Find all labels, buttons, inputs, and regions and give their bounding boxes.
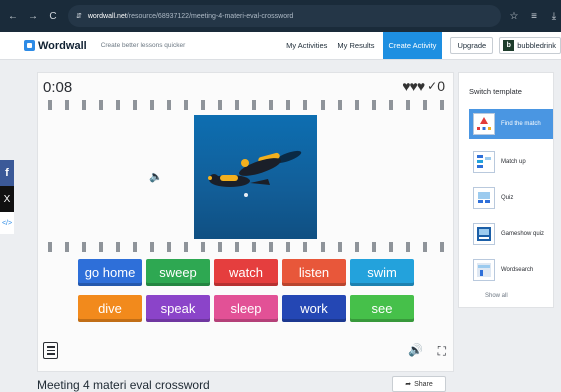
url-path: /resource/68937122/meeting-4-materi-eval…	[126, 12, 294, 20]
share-label: Share	[414, 380, 433, 388]
wordwall-logo-icon[interactable]	[24, 40, 35, 51]
username: bubbledrink	[517, 41, 556, 50]
quiz-thumbnail-icon	[473, 187, 495, 209]
match-up-thumbnail-icon	[473, 151, 495, 173]
create-activity-button[interactable]: Create Activity	[382, 32, 443, 59]
switch-template-panel: Switch template Find the match Match up …	[458, 72, 554, 308]
template-label: Gameshow quiz	[501, 231, 545, 237]
answer-button[interactable]: see	[350, 295, 414, 322]
top-film-strip	[48, 100, 444, 112]
reload-icon[interactable]: C	[46, 11, 60, 22]
template-label: Match up	[501, 159, 526, 165]
speaker-icon[interactable]: 🔈	[149, 170, 163, 183]
menu-icon[interactable]	[43, 342, 58, 359]
template-quiz[interactable]: Quiz	[469, 183, 553, 213]
address-bar[interactable]: ⇵ wordwall.net /resource/68937122/meetin…	[68, 5, 501, 27]
show-all-link[interactable]: Show all	[485, 293, 508, 299]
answer-button[interactable]: speak	[146, 295, 210, 322]
diver-illustration	[208, 150, 302, 197]
upgrade-button[interactable]: Upgrade	[450, 37, 494, 54]
template-match-up[interactable]: Match up	[469, 147, 553, 177]
tagline: Create better lessons quicker	[100, 42, 186, 49]
extensions-icon[interactable]: ≡	[527, 11, 541, 22]
embed-button[interactable]: </>	[0, 212, 14, 234]
activity-title: Meeting 4 materi eval crossword	[37, 378, 210, 392]
user-menu[interactable]: b bubbledrink	[499, 37, 561, 54]
bookmark-star-icon[interactable]: ☆	[507, 11, 521, 22]
site-settings-icon[interactable]: ⇵	[76, 12, 82, 20]
check-icon: ✓	[427, 79, 438, 93]
template-label: Quiz	[501, 195, 514, 201]
header-nav: My Activities My Results Create Activity…	[276, 32, 561, 59]
answer-button[interactable]: listen	[282, 259, 346, 286]
wordsearch-thumbnail-icon	[473, 259, 495, 281]
answer-button[interactable]: sweep	[146, 259, 210, 286]
template-wordsearch[interactable]: Wordsearch	[469, 255, 553, 285]
gameshow-quiz-thumbnail-icon	[473, 223, 495, 245]
panel-title: Switch template	[469, 87, 522, 96]
template-find-the-match[interactable]: Find the match	[469, 109, 553, 139]
avatar: b	[503, 40, 515, 51]
answer-button[interactable]: go home	[78, 259, 142, 286]
answer-button[interactable]: dive	[78, 295, 142, 322]
fullscreen-icon[interactable]: ⛶	[438, 344, 446, 359]
answer-button[interactable]: work	[282, 295, 346, 322]
answer-button[interactable]: sleep	[214, 295, 278, 322]
share-arrow-icon: ➦	[405, 381, 412, 388]
scuba-diver-image	[194, 115, 317, 239]
my-activities-link[interactable]: My Activities	[286, 41, 327, 50]
share-sidebar: f X </>	[0, 160, 14, 234]
find-the-match-thumbnail-icon	[473, 113, 495, 135]
share-button[interactable]: ➦ Share	[392, 376, 446, 392]
game-panel: 0:08 ♥♥♥ ✓ 0 🔈 go home sweep watch liste…	[37, 72, 454, 372]
lives-hearts-icon: ♥♥♥	[402, 78, 425, 94]
back-icon[interactable]: ←	[6, 11, 20, 22]
site-header: Wordwall Create better lessons quicker M…	[0, 32, 561, 60]
answer-button[interactable]: swim	[350, 259, 414, 286]
score-value: 0	[437, 78, 445, 94]
template-gameshow-quiz[interactable]: Gameshow quiz	[469, 219, 553, 249]
download-icon[interactable]: ⤓	[547, 11, 561, 22]
facebook-share-button[interactable]: f	[0, 160, 14, 186]
forward-icon[interactable]: →	[26, 11, 40, 22]
answer-button[interactable]: watch	[214, 259, 278, 286]
x-share-button[interactable]: X	[0, 186, 14, 212]
template-label: Wordsearch	[501, 267, 534, 273]
template-label: Find the match	[501, 121, 541, 127]
bottom-film-strip	[48, 242, 444, 254]
logo-text[interactable]: Wordwall	[38, 40, 87, 52]
browser-toolbar: ← → C ⇵ wordwall.net /resource/68937122/…	[0, 0, 561, 32]
url-host: wordwall.net	[87, 12, 127, 20]
score-display: ♥♥♥ ✓ 0	[402, 78, 445, 94]
my-results-link[interactable]: My Results	[337, 41, 374, 50]
timer: 0:08	[43, 79, 73, 96]
sound-icon[interactable]: 🔊	[408, 343, 423, 357]
